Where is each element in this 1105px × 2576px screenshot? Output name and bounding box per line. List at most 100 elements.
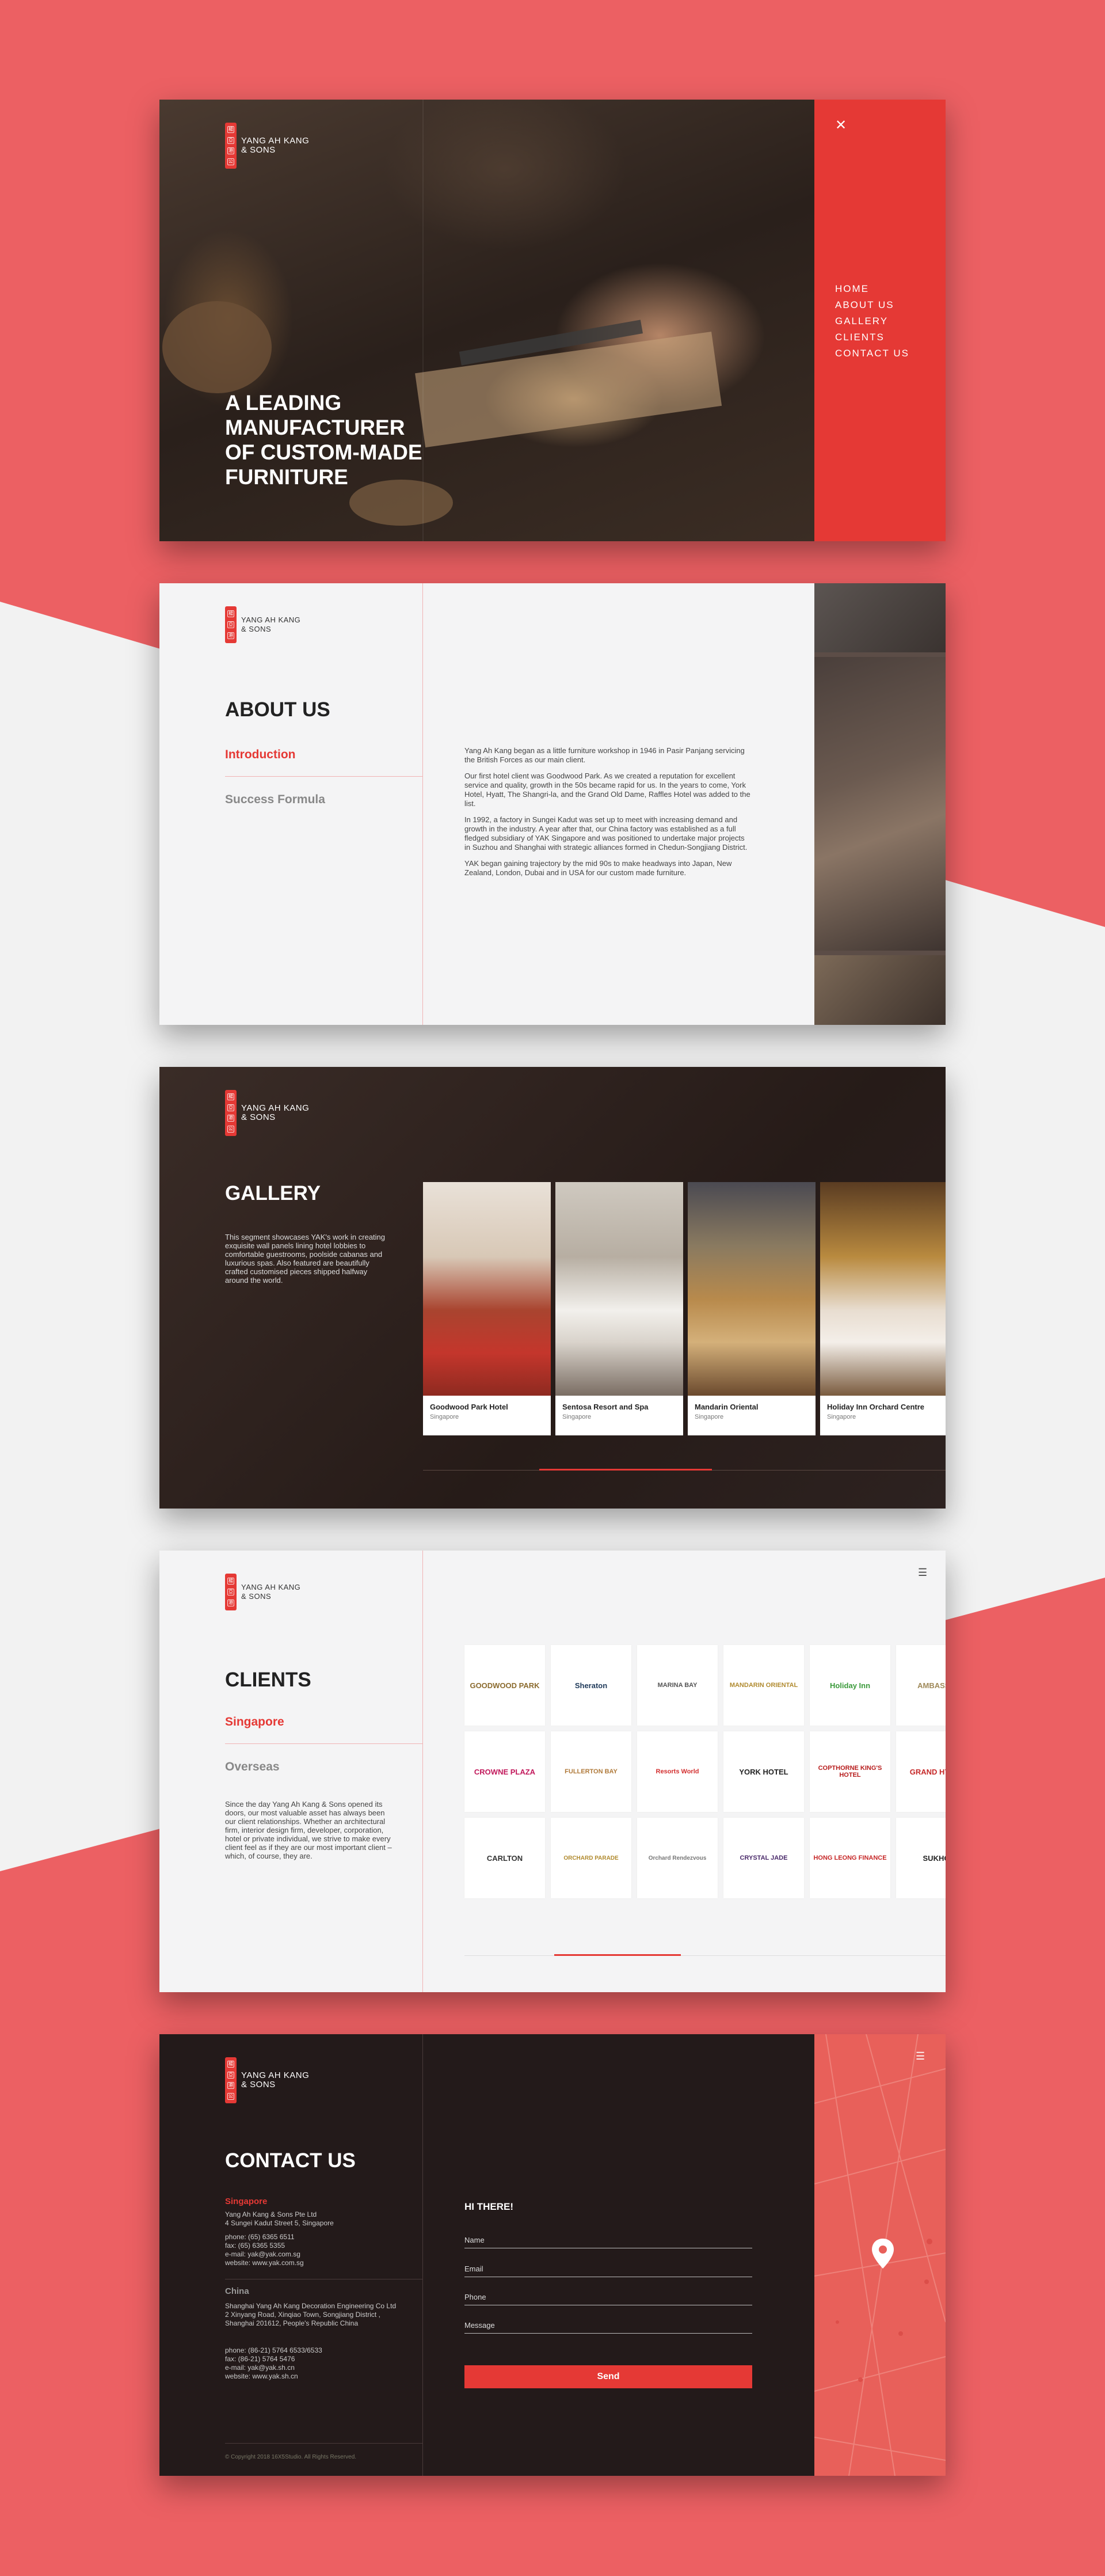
- client-logo: CRYSTAL JADE: [723, 1818, 804, 1898]
- gallery-card-location: Singapore: [562, 1414, 592, 1420]
- singapore-address: Yang Ah Kang & Sons Pte Ltd 4 Sungei Kad…: [225, 2210, 334, 2227]
- clients-scrollbar-track[interactable]: [464, 1955, 946, 1956]
- about-text: Yang Ah Kang began as a little furniture…: [464, 746, 752, 884]
- phone-field[interactable]: [464, 2293, 752, 2305]
- seal-icon: 楊亞港: [225, 1574, 237, 1610]
- client-logo: CARLTON: [464, 1818, 545, 1898]
- seal-icon: 楊亞港: [225, 606, 237, 643]
- brand-logo[interactable]: 楊亞港公 YANG AH KANG & SONS: [225, 2057, 309, 2103]
- client-logo: CROWNE PLAZA: [464, 1731, 545, 1812]
- copyright: © Copyright 2018 16X5Studio. All Rights …: [225, 2454, 357, 2460]
- menu-item-about[interactable]: ABOUT US: [835, 297, 909, 313]
- brand-name-line2: & SONS: [241, 1112, 276, 1122]
- china-address: Shanghai Yang Ah Kang Decoration Enginee…: [225, 2302, 397, 2327]
- client-logo: Sheraton: [551, 1645, 631, 1726]
- clients-sidebar: 楊亞港 YANG AH KANG & SONS CLIENTS Singapor…: [159, 1551, 423, 1992]
- about-paragraph: In 1992, a factory in Sungei Kadut was s…: [464, 815, 748, 852]
- gallery-scrollbar-thumb[interactable]: [539, 1469, 712, 1471]
- brand-name-line1: YANG AH KANG: [241, 136, 310, 146]
- hero-panel: 楊亞港公 YANG AH KANG & SONS A LEADING MANUF…: [159, 100, 946, 541]
- tab-singapore[interactable]: Singapore: [225, 1715, 284, 1729]
- about-panel: 楊亞港 YANG AH KANG & SONS ABOUT US Introdu…: [159, 583, 946, 1025]
- singapore-heading: Singapore: [225, 2197, 268, 2206]
- brand-logo[interactable]: 楊亞港公 YANG AH KANG & SONS: [225, 123, 309, 169]
- gallery-card-location: Singapore: [827, 1414, 856, 1420]
- client-logo: MANDARIN ORIENTAL: [723, 1645, 804, 1726]
- clients-scrollbar-thumb[interactable]: [554, 1954, 681, 1956]
- gallery-title: GALLERY: [225, 1182, 321, 1205]
- gallery-card-location: Singapore: [430, 1414, 459, 1420]
- gallery-card-image: [688, 1182, 816, 1396]
- brand-name-line1: YANG AH KANG: [241, 1103, 310, 1113]
- client-logo: ORCHARD PARADE: [551, 1818, 631, 1898]
- menu-item-clients[interactable]: CLIENTS: [835, 329, 909, 345]
- hamburger-icon[interactable]: ☰: [918, 1567, 927, 1579]
- seal-icon: 楊亞港公: [225, 2057, 237, 2103]
- contact-sidebar: 楊亞港公 YANG AH KANG & SONS CONTACT US Sing…: [159, 2034, 423, 2476]
- brand-name-line2: & SONS: [241, 1592, 272, 1601]
- seal-icon: 楊亞港公: [225, 1090, 237, 1136]
- brand-name-line2: & SONS: [241, 2080, 276, 2089]
- gallery-card[interactable]: Mandarin Oriental Singapore: [688, 1182, 816, 1435]
- message-field[interactable]: [464, 2321, 752, 2334]
- clients-description: Since the day Yang Ah Kang & Sons opened…: [225, 1800, 392, 1860]
- china-details: phone: (86-21) 5764 6533/6533 fax: (86-2…: [225, 2346, 322, 2380]
- contact-title: CONTACT US: [225, 2149, 356, 2172]
- menu-item-gallery[interactable]: GALLERY: [835, 313, 909, 329]
- about-paragraph: YAK began gaining trajectory by the mid …: [464, 859, 732, 877]
- gallery-card[interactable]: Holiday Inn Orchard Centre Singapore: [820, 1182, 946, 1435]
- about-title: ABOUT US: [225, 698, 330, 721]
- name-field[interactable]: [464, 2236, 752, 2248]
- location-map[interactable]: ☰: [814, 2034, 946, 2476]
- gallery-card-location: Singapore: [695, 1414, 724, 1420]
- brand-name-line2: & SONS: [241, 625, 272, 633]
- gallery-card-title: Holiday Inn Orchard Centre: [827, 1403, 925, 1411]
- tab-overseas[interactable]: Overseas: [225, 1760, 280, 1774]
- client-logo: MARINA BAY: [637, 1645, 718, 1726]
- brand-name-line1: YANG AH KANG: [241, 1583, 301, 1591]
- main-menu: ✕ HOME ABOUT US GALLERY CLIENTS CONTACT …: [814, 100, 946, 541]
- about-paragraph: Our first hotel client was Goodwood Park…: [464, 772, 750, 808]
- map-pin-icon[interactable]: [872, 2239, 894, 2269]
- gallery-card-image: [555, 1182, 683, 1396]
- client-logo: GRAND HYATT: [896, 1731, 946, 1812]
- gallery-card-image: [820, 1182, 946, 1396]
- gallery-card-title: Sentosa Resort and Spa: [562, 1403, 649, 1411]
- contact-panel: 楊亞港公 YANG AH KANG & SONS CONTACT US Sing…: [159, 2034, 946, 2476]
- menu-item-contact[interactable]: CONTACT US: [835, 345, 909, 362]
- tab-success-formula[interactable]: Success Formula: [225, 793, 325, 807]
- gallery-panel: 楊亞港公 YANG AH KANG & SONS GALLERY This se…: [159, 1067, 946, 1509]
- gallery-card[interactable]: Goodwood Park Hotel Singapore: [423, 1182, 551, 1435]
- tab-introduction[interactable]: Introduction: [225, 748, 295, 762]
- gallery-card-title: Goodwood Park Hotel: [430, 1403, 508, 1411]
- brand-logo[interactable]: 楊亞港 YANG AH KANG & SONS: [225, 1574, 300, 1610]
- menu-item-home[interactable]: HOME: [835, 281, 909, 297]
- hero-title: A LEADING MANUFACTURER OF CUSTOM-MADE FU…: [225, 391, 422, 489]
- brand-logo[interactable]: 楊亞港公 YANG AH KANG & SONS: [225, 1090, 309, 1136]
- gallery-card-title: Mandarin Oriental: [695, 1403, 759, 1411]
- seal-icon: 楊亞港公: [225, 123, 237, 169]
- client-logo: Resorts World: [637, 1731, 718, 1812]
- send-button[interactable]: Send: [464, 2365, 752, 2388]
- about-photo-strip: [814, 583, 946, 1025]
- brand-name-line2: & SONS: [241, 145, 276, 155]
- client-logo: Orchard Rendezvous: [637, 1818, 718, 1898]
- brand-name-line1: YANG AH KANG: [241, 615, 301, 624]
- gallery-card-image: [423, 1182, 551, 1396]
- clients-panel: 楊亞港 YANG AH KANG & SONS CLIENTS Singapor…: [159, 1551, 946, 1992]
- brand-name-line1: YANG AH KANG: [241, 2070, 310, 2080]
- close-icon[interactable]: ✕: [835, 117, 847, 134]
- gallery-description: This segment showcases YAK's work in cre…: [225, 1233, 386, 1285]
- client-logo: AMBASSA: [896, 1645, 946, 1726]
- china-heading: China: [225, 2286, 249, 2296]
- gallery-card[interactable]: Sentosa Resort and Spa Singapore: [555, 1182, 683, 1435]
- client-logo: YORK HOTEL: [723, 1731, 804, 1812]
- about-sidebar: 楊亞港 YANG AH KANG & SONS ABOUT US Introdu…: [159, 583, 423, 1025]
- client-logo: FULLERTON BAY: [551, 1731, 631, 1812]
- brand-logo[interactable]: 楊亞港 YANG AH KANG & SONS: [225, 606, 300, 643]
- hamburger-icon[interactable]: ☰: [916, 2050, 925, 2062]
- form-greeting: HI THERE!: [464, 2201, 513, 2212]
- email-field[interactable]: [464, 2265, 752, 2277]
- client-logo: Holiday Inn: [810, 1645, 890, 1726]
- clients-title: CLIENTS: [225, 1669, 311, 1691]
